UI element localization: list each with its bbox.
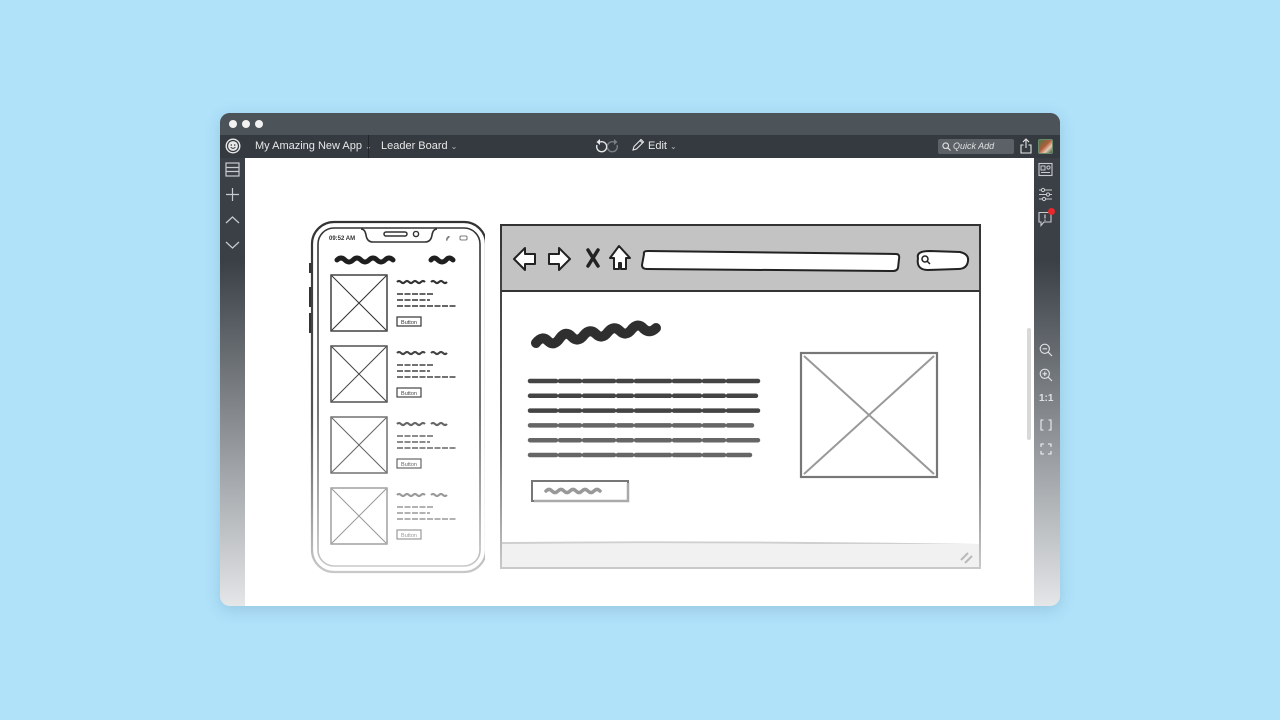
share-icon (1020, 138, 1032, 154)
card-title-scribble (396, 421, 448, 427)
url-bar (640, 249, 901, 273)
chevron-down-icon[interactable] (225, 237, 240, 255)
undo-button[interactable] (593, 139, 608, 154)
smiley-logo-icon[interactable] (225, 138, 241, 154)
fit-width-icon[interactable] (1040, 418, 1052, 436)
phone-speaker (383, 231, 408, 237)
card-title-scribble (396, 279, 448, 285)
minimize-window-button[interactable] (242, 120, 250, 128)
chevron-down-icon: ⌄ (450, 142, 458, 151)
page-name: Leader Board (381, 140, 448, 152)
redo-icon (606, 139, 618, 153)
chevron-up-icon[interactable] (225, 212, 240, 230)
zoom-out-icon[interactable] (1039, 343, 1053, 362)
notification-badge (1048, 208, 1055, 215)
vertical-scrollbar[interactable] (1027, 328, 1031, 440)
chevron-down-icon: ⌄ (669, 142, 677, 151)
maximize-window-button[interactable] (255, 120, 263, 128)
project-name: My Amazing New App (255, 140, 362, 152)
phone-card: Button (330, 345, 457, 403)
design-canvas[interactable]: 09:52 AM Button Button Button Button (245, 158, 1034, 606)
card-title-scribble (396, 492, 448, 498)
browser-mockup[interactable] (498, 223, 988, 573)
card-button-label: Button (401, 391, 417, 397)
quick-add-placeholder: Quick Add (953, 141, 995, 151)
browser-status-bar (502, 544, 979, 567)
search-icon (942, 142, 951, 151)
project-menu[interactable]: My Amazing New App⌄ (255, 135, 372, 158)
phone-status-time: 09:52 AM (329, 236, 355, 242)
browser-search-box (916, 249, 970, 272)
phone-card: Button (330, 274, 457, 332)
actual-size-button[interactable]: 1:1 (1039, 393, 1053, 404)
fit-page-icon[interactable] (1040, 442, 1052, 460)
phone-card-list: Button Button Button Button (330, 274, 457, 545)
card-button-label: Button (401, 320, 417, 326)
edit-menu[interactable]: Edit ⌄ (631, 135, 677, 158)
page-menu[interactable]: Leader Board ⌄ (381, 135, 457, 158)
redo-button[interactable] (606, 139, 621, 154)
pencil-icon (632, 138, 645, 151)
share-button[interactable] (1020, 138, 1032, 154)
phone-heading-scribble (334, 255, 456, 265)
phone-card: Button (330, 487, 457, 545)
undo-icon (596, 139, 608, 153)
component-panel-icon[interactable] (1038, 162, 1053, 182)
title-bar (220, 113, 1060, 135)
user-avatar[interactable] (1038, 139, 1053, 154)
main-toolbar: My Amazing New App⌄ Leader Board⌄ Edit⌄ … (220, 135, 1060, 158)
card-button-label: Button (401, 533, 417, 539)
zoom-in-icon[interactable] (1039, 368, 1053, 387)
close-window-button[interactable] (229, 120, 237, 128)
plus-icon[interactable] (225, 187, 240, 207)
list-panel-icon[interactable] (225, 162, 240, 182)
card-button-label: Button (401, 462, 417, 468)
quick-add-input[interactable]: Quick Add (938, 139, 1014, 154)
phone-camera (412, 230, 420, 238)
card-title-scribble (396, 350, 448, 356)
sliders-icon[interactable] (1038, 187, 1053, 207)
app-window: My Amazing New App⌄ Leader Board⌄ Edit⌄ … (220, 113, 1060, 606)
phone-card: Button (330, 416, 457, 474)
edit-label: Edit (648, 140, 667, 152)
toolbar-divider (368, 135, 369, 158)
phone-mockup[interactable]: 09:52 AM Button Button Button Button (285, 215, 485, 595)
